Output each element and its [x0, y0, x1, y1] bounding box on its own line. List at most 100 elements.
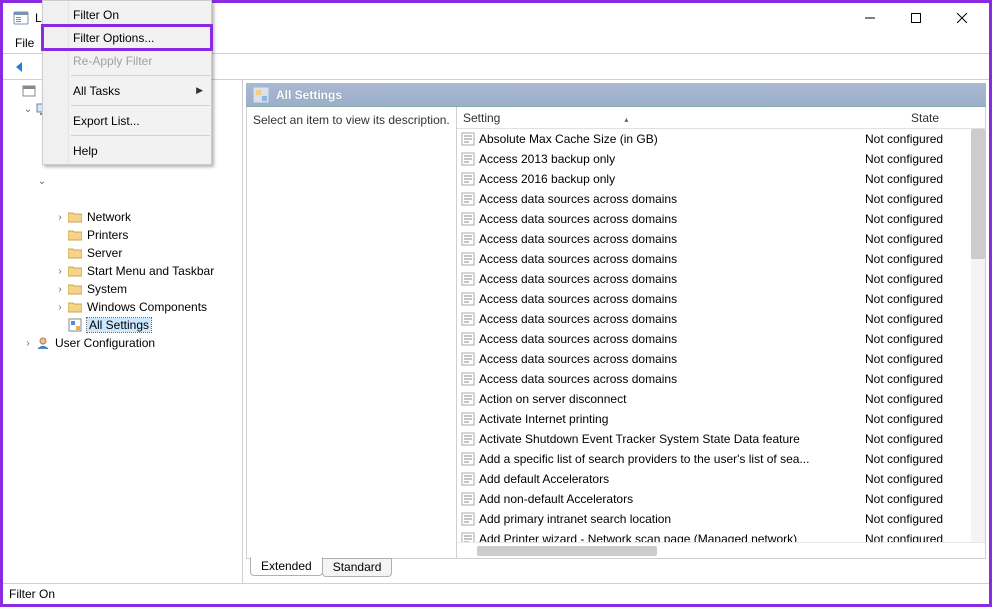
- policy-item-icon: [461, 492, 475, 506]
- tab-extended[interactable]: Extended: [250, 557, 323, 576]
- list-item[interactable]: Access data sources across domainsNot co…: [457, 349, 985, 369]
- tree-server[interactable]: Server: [5, 244, 240, 262]
- list-item[interactable]: Access data sources across domainsNot co…: [457, 209, 985, 229]
- settings-node-icon: [67, 317, 83, 333]
- menu-reapply-filter: Re-Apply Filter: [43, 49, 211, 72]
- scroll-thumb[interactable]: [477, 546, 657, 556]
- list-item[interactable]: Add a specific list of search providers …: [457, 449, 985, 469]
- folder-icon: [67, 299, 83, 315]
- menu-context-help[interactable]: Help: [43, 139, 211, 162]
- list-item[interactable]: Access 2016 backup onlyNot configured: [457, 169, 985, 189]
- policy-item-icon: [461, 532, 475, 542]
- vertical-scrollbar[interactable]: [971, 129, 985, 542]
- back-button[interactable]: [9, 57, 29, 77]
- setting-name: Activate Internet printing: [479, 412, 865, 426]
- setting-name: Access data sources across domains: [479, 292, 865, 306]
- setting-name: Access data sources across domains: [479, 372, 865, 386]
- setting-name: Access 2016 backup only: [479, 172, 865, 186]
- list-item[interactable]: Access data sources across domainsNot co…: [457, 229, 985, 249]
- tree-start-menu[interactable]: › Start Menu and Taskbar: [5, 262, 240, 280]
- user-icon: [35, 335, 51, 351]
- menu-filter-on[interactable]: Filter On: [43, 3, 211, 26]
- policy-item-icon: [461, 292, 475, 306]
- submenu-arrow-icon: ▶: [196, 85, 203, 96]
- setting-name: Access data sources across domains: [479, 352, 865, 366]
- list-item[interactable]: Activate Shutdown Event Tracker System S…: [457, 429, 985, 449]
- list-item[interactable]: Absolute Max Cache Size (in GB)Not confi…: [457, 129, 985, 149]
- horizontal-scrollbar[interactable]: [457, 542, 985, 558]
- tree-network[interactable]: › Network: [5, 208, 240, 226]
- tree-all-settings[interactable]: All Settings: [5, 316, 240, 334]
- list-header: Setting▴ State: [457, 107, 985, 129]
- list-item[interactable]: Access data sources across domainsNot co…: [457, 369, 985, 389]
- tree-printers[interactable]: Printers: [5, 226, 240, 244]
- list-item[interactable]: Action on server disconnectNot configure…: [457, 389, 985, 409]
- col-setting[interactable]: Setting▴: [457, 109, 865, 127]
- list-item[interactable]: Access data sources across domainsNot co…: [457, 249, 985, 269]
- setting-name: Access data sources across domains: [479, 252, 865, 266]
- minimize-button[interactable]: [847, 4, 893, 32]
- setting-state: Not configured: [865, 192, 985, 206]
- list-item[interactable]: Activate Internet printingNot configured: [457, 409, 985, 429]
- settings-header-icon: [252, 86, 270, 104]
- menu-export-list[interactable]: Export List...: [43, 109, 211, 132]
- setting-state: Not configured: [865, 432, 985, 446]
- menu-all-tasks[interactable]: All Tasks▶: [43, 79, 211, 102]
- policy-item-icon: [461, 192, 475, 206]
- list-item[interactable]: Add non-default AcceleratorsNot configur…: [457, 489, 985, 509]
- list-body[interactable]: Absolute Max Cache Size (in GB)Not confi…: [457, 129, 985, 542]
- list-item[interactable]: Access data sources across domainsNot co…: [457, 329, 985, 349]
- policy-item-icon: [461, 452, 475, 466]
- menu-filter-options[interactable]: Filter Options...: [43, 26, 211, 49]
- list-item[interactable]: Add default AcceleratorsNot configured: [457, 469, 985, 489]
- tree-windows-components[interactable]: › Windows Components: [5, 298, 240, 316]
- scroll-thumb[interactable]: [971, 129, 985, 259]
- setting-name: Add non-default Accelerators: [479, 492, 865, 506]
- collapse-icon[interactable]: ⌄: [21, 104, 35, 115]
- action-context-menu: Filter On Filter Options... Re-Apply Fil…: [42, 0, 212, 165]
- setting-state: Not configured: [865, 412, 985, 426]
- list-item[interactable]: Add Printer wizard - Network scan page (…: [457, 529, 985, 542]
- close-button[interactable]: [939, 4, 985, 32]
- tab-standard[interactable]: Standard: [322, 558, 393, 577]
- policy-item-icon: [461, 132, 475, 146]
- menu-separator: [71, 75, 210, 76]
- tree-system[interactable]: › System: [5, 280, 240, 298]
- policy-item-icon: [461, 412, 475, 426]
- col-state[interactable]: State: [865, 109, 985, 127]
- list-item[interactable]: Access data sources across domainsNot co…: [457, 189, 985, 209]
- tree-user-config[interactable]: › User Configuration: [5, 334, 240, 352]
- maximize-button[interactable]: [893, 4, 939, 32]
- expand-icon[interactable]: ›: [53, 302, 67, 313]
- setting-name: Add default Accelerators: [479, 472, 865, 486]
- status-bar: Filter On: [3, 584, 989, 604]
- folder-icon: [67, 263, 83, 279]
- detail-tabs: Extended Standard: [246, 558, 986, 580]
- setting-state: Not configured: [865, 292, 985, 306]
- toolbar: Filter On Filter Options... Re-Apply Fil…: [3, 54, 989, 80]
- list-item[interactable]: Access data sources across domainsNot co…: [457, 309, 985, 329]
- list-item[interactable]: Access data sources across domainsNot co…: [457, 269, 985, 289]
- setting-state: Not configured: [865, 212, 985, 226]
- setting-name: Access data sources across domains: [479, 312, 865, 326]
- setting-name: Add Printer wizard - Network scan page (…: [479, 532, 865, 542]
- folder-icon: [67, 227, 83, 243]
- setting-state: Not configured: [865, 272, 985, 286]
- expand-icon[interactable]: ›: [53, 284, 67, 295]
- policy-icon: [21, 83, 37, 99]
- expand-icon[interactable]: ›: [53, 266, 67, 277]
- tree-expand-noop[interactable]: ⌄: [5, 172, 240, 190]
- menu-file[interactable]: File: [7, 34, 42, 52]
- expand-icon[interactable]: ›: [53, 212, 67, 223]
- collapse-icon[interactable]: ⌄: [35, 176, 49, 187]
- policy-item-icon: [461, 232, 475, 246]
- app-icon: [13, 10, 29, 26]
- setting-name: Access data sources across domains: [479, 232, 865, 246]
- list-item[interactable]: Add primary intranet search locationNot …: [457, 509, 985, 529]
- policy-item-icon: [461, 392, 475, 406]
- folder-icon: [67, 209, 83, 225]
- policy-item-icon: [461, 152, 475, 166]
- expand-icon[interactable]: ›: [21, 338, 35, 349]
- list-item[interactable]: Access data sources across domainsNot co…: [457, 289, 985, 309]
- list-item[interactable]: Access 2013 backup onlyNot configured: [457, 149, 985, 169]
